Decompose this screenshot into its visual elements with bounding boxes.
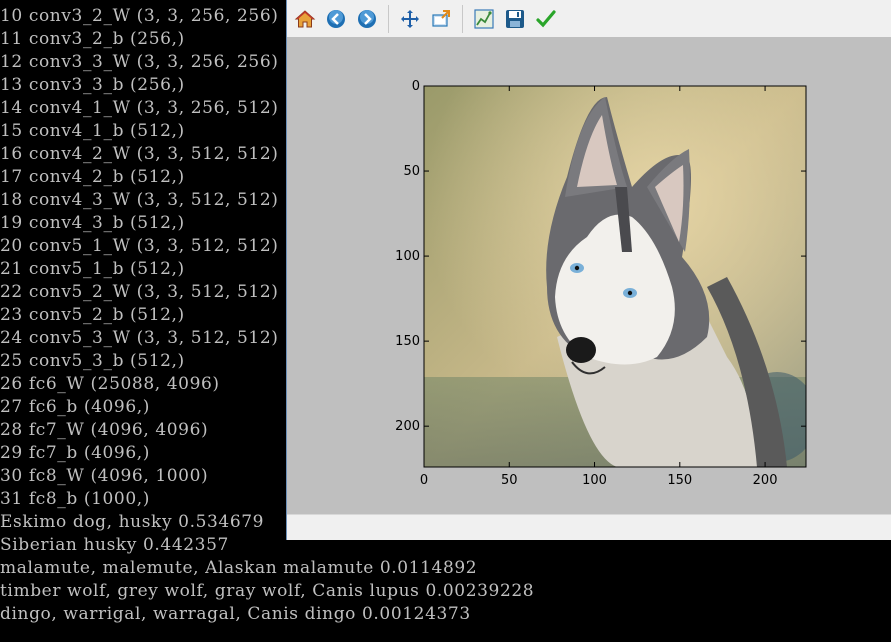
toolbar-separator: [388, 4, 389, 33]
figure-canvas[interactable]: 0 50 100 150 200 0 50 100 150 200: [287, 37, 891, 514]
checkmark-icon: [536, 9, 556, 27]
terminal-line: 21 conv5_1_b (512,): [0, 259, 185, 279]
zoom-button[interactable]: [428, 6, 454, 32]
terminal-line: 10 conv3_2_W (3, 3, 256, 256): [0, 6, 279, 26]
pan-icon: [401, 9, 419, 28]
navigation-toolbar: [287, 0, 891, 37]
configure-subplots-button[interactable]: [471, 6, 497, 32]
terminal-line: 23 conv5_2_b (512,): [0, 305, 185, 325]
terminal-line: 16 conv4_2_W (3, 3, 512, 512): [0, 144, 279, 164]
y-tick-label: 150: [395, 334, 420, 349]
terminal-line: 12 conv3_3_W (3, 3, 256, 256): [0, 52, 279, 72]
terminal-line: Siberian husky 0.442357: [0, 535, 229, 555]
x-tick-label: 50: [501, 473, 518, 488]
toolbar-separator: [462, 4, 463, 33]
terminal-line: 17 conv4_2_b (512,): [0, 167, 185, 187]
home-button[interactable]: [292, 6, 318, 32]
terminal-line: Eskimo dog, husky 0.534679: [0, 512, 265, 532]
terminal-line: 13 conv3_3_b (256,): [0, 75, 185, 95]
y-tick-label: 100: [395, 249, 420, 264]
y-tick-label: 200: [395, 419, 420, 434]
matplotlib-figure-window[interactable]: 0 50 100 150 200 0 50 100 150 200: [286, 0, 891, 540]
terminal-line: dingo, warrigal, warragal, Canis dingo 0…: [0, 604, 471, 624]
back-button[interactable]: [323, 6, 349, 32]
husky-photo: [424, 86, 806, 467]
terminal-line: 31 fc8_b (1000,): [0, 489, 150, 509]
terminal-line: 29 fc7_b (4096,): [0, 443, 150, 463]
y-tick-label: 50: [403, 164, 420, 179]
terminal-line: 15 conv4_1_b (512,): [0, 121, 185, 141]
terminal-line: 26 fc6_W (25088, 4096): [0, 374, 220, 394]
terminal-line: 25 conv5_3_b (512,): [0, 351, 185, 371]
save-button[interactable]: [502, 6, 528, 32]
terminal-line: 14 conv4_1_W (3, 3, 256, 512): [0, 98, 279, 118]
terminal-line: 11 conv3_2_b (256,): [0, 29, 185, 49]
terminal-line: 28 fc7_W (4096, 4096): [0, 420, 209, 440]
home-icon: [294, 9, 316, 27]
terminal-line: 18 conv4_3_W (3, 3, 512, 512): [0, 190, 279, 210]
x-tick-label: 0: [420, 473, 428, 488]
subplots-icon: [474, 8, 494, 29]
terminal-line: timber wolf, grey wolf, gray wolf, Canis…: [0, 581, 535, 601]
terminal-line: 30 fc8_W (4096, 1000): [0, 466, 209, 486]
terminal-line: 19 conv4_3_b (512,): [0, 213, 185, 233]
forward-button[interactable]: [354, 6, 380, 32]
terminal-line: 22 conv5_2_W (3, 3, 512, 512): [0, 282, 279, 302]
zoom-rect-icon: [432, 9, 450, 27]
terminal-line: malamute, malemute, Alaskan malamute 0.0…: [0, 558, 478, 578]
terminal-line: 20 conv5_1_W (3, 3, 512, 512): [0, 236, 279, 256]
status-bar: [287, 514, 891, 540]
terminal-line: 27 fc6_b (4096,): [0, 397, 150, 417]
y-tick-label: 0: [412, 79, 420, 94]
terminal-line: 24 conv5_3_W (3, 3, 512, 512): [0, 328, 279, 348]
x-tick-label: 150: [667, 473, 692, 488]
back-arrow-icon: [327, 9, 345, 28]
image-axes[interactable]: 0 50 100 150 200 0 50 100 150 200: [287, 37, 891, 514]
x-tick-label: 100: [582, 473, 607, 488]
forward-arrow-icon: [358, 9, 376, 28]
x-tick-label: 200: [753, 473, 778, 488]
edit-parameters-button[interactable]: [533, 6, 559, 32]
save-disk-icon: [506, 9, 524, 28]
pan-button[interactable]: [397, 6, 423, 32]
